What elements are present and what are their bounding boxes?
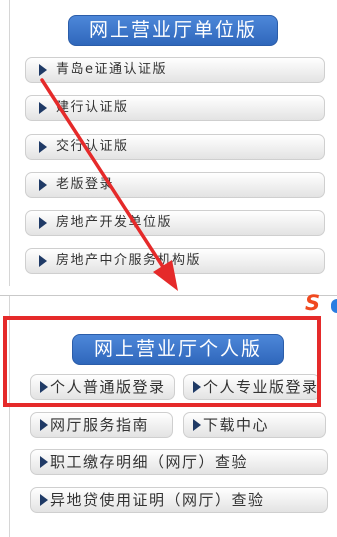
service-guide-button[interactable]: 网厅服务指南 [30,412,173,438]
button-label: 个人专业版登录 [203,378,319,396]
triangle-right-icon [39,255,47,267]
unit-login-qingdao-e-cert-button[interactable]: 青岛e证通认证版 [25,57,325,83]
triangle-right-icon [39,64,47,76]
button-label: 职工缴存明细（网厅）查验 [50,453,249,471]
triangle-right-icon [40,456,48,468]
personal-panel-left-border [9,296,10,537]
triangle-right-icon [40,494,48,506]
download-center-button[interactable]: 下载中心 [183,412,326,438]
triangle-right-icon [40,381,48,393]
personal-standard-login-button[interactable]: 个人普通版登录 [30,374,175,400]
unit-login-real-estate-agency-button[interactable]: 房地产中介服务机构版 [25,248,325,274]
button-label: 青岛e证通认证版 [56,62,167,77]
button-label: 房地产中介服务机构版 [56,253,202,268]
ime-icon-edge [331,299,337,313]
button-label: 异地贷使用证明（网厅）查验 [50,491,265,509]
button-label: 网厅服务指南 [50,416,150,434]
section-divider [0,295,337,296]
button-label: 下载中心 [203,416,270,434]
personal-section-title: 网上营业厅个人版 [72,334,284,365]
unit-panel-left-border [9,0,10,286]
button-label: 建行认证版 [56,100,129,115]
personal-professional-login-button[interactable]: 个人专业版登录 [183,374,320,400]
button-label: 老版登录 [56,177,115,192]
triangle-right-icon [39,141,47,153]
deposit-detail-verification-button[interactable]: 职工缴存明细（网厅）查验 [30,449,328,475]
unit-section-title: 网上营业厅单位版 [68,15,278,46]
offsite-loan-certificate-verification-button[interactable]: 异地贷使用证明（网厅）查验 [30,487,328,513]
unit-login-real-estate-developer-button[interactable]: 房地产开发单位版 [25,210,325,236]
triangle-right-icon [193,381,201,393]
unit-login-ccb-cert-button[interactable]: 建行认证版 [25,95,325,121]
triangle-right-icon [39,102,47,114]
button-label: 个人普通版登录 [50,378,166,396]
sogou-ime-icon[interactable]: S [305,292,320,314]
button-label: 房地产开发单位版 [56,215,173,230]
triangle-right-icon [39,179,47,191]
triangle-right-icon [193,419,201,431]
triangle-right-icon [40,419,48,431]
unit-login-legacy-button[interactable]: 老版登录 [25,172,325,198]
triangle-right-icon [39,217,47,229]
unit-login-bocom-cert-button[interactable]: 交行认证版 [25,134,325,160]
button-label: 交行认证版 [56,139,129,154]
